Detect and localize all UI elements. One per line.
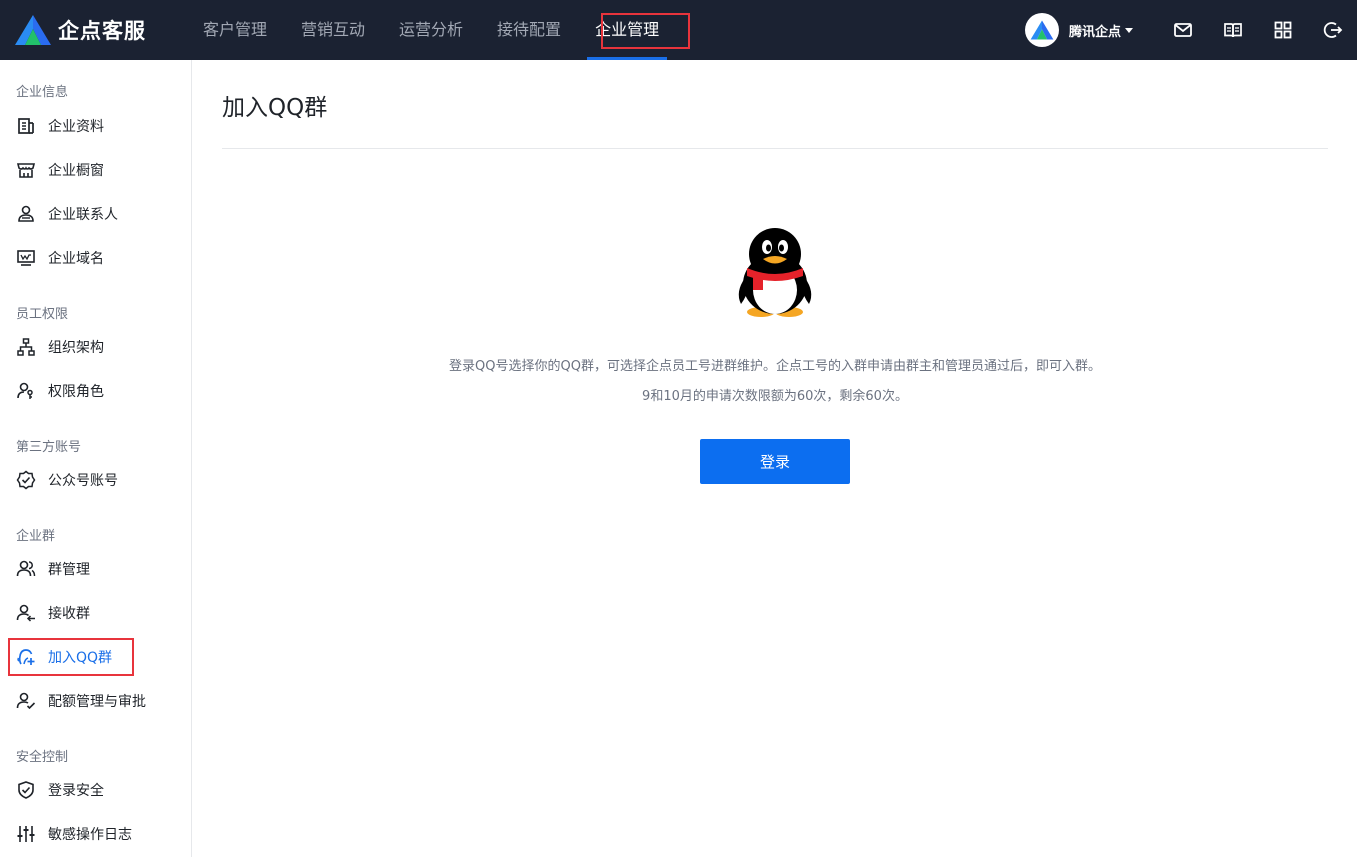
app-logo[interactable]: 企点客服 (14, 14, 146, 46)
sidebar: 企业信息 企业资料 企业橱窗 企业联系人 企业域名 员工权限 (0, 60, 192, 857)
nav-operations-analysis[interactable]: 运营分析 (382, 0, 480, 60)
login-button[interactable]: 登录 (700, 439, 850, 484)
sliders-icon (16, 824, 36, 844)
account-name: 腾讯企点 (1069, 21, 1121, 40)
mail-icon[interactable] (1173, 20, 1193, 40)
title-divider (222, 148, 1328, 149)
book-icon[interactable] (1223, 20, 1243, 40)
sidebar-item-label: 组织架构 (48, 337, 104, 357)
section-title-enterprise-info: 企业信息 (16, 81, 68, 100)
contact-person-icon (16, 204, 36, 224)
sidebar-item-label: 公众号账号 (48, 470, 118, 490)
qidian-logo-icon (14, 14, 52, 46)
storefront-icon (16, 160, 36, 180)
sidebar-item-label: 登录安全 (48, 780, 104, 800)
sidebar-item-quota-approval[interactable]: 配额管理与审批 (0, 681, 191, 721)
sidebar-item-permission-roles[interactable]: 权限角色 (0, 371, 191, 411)
sidebar-item-label: 权限角色 (48, 381, 104, 401)
sidebar-item-label: 配额管理与审批 (48, 691, 146, 711)
org-chart-icon (16, 337, 36, 357)
sidebar-item-label: 企业域名 (48, 248, 104, 268)
group-users-icon (16, 559, 36, 579)
account-logo-icon (1030, 19, 1054, 41)
nav-customer-management[interactable]: 客户管理 (186, 0, 284, 60)
logout-icon[interactable] (1323, 20, 1343, 40)
sidebar-item-label: 接收群 (48, 603, 90, 623)
sidebar-item-org-structure[interactable]: 组织架构 (0, 327, 191, 367)
section-title-staff-permissions: 员工权限 (16, 303, 68, 322)
domain-icon (16, 248, 36, 268)
sidebar-item-label: 企业联系人 (48, 204, 118, 224)
sidebar-item-official-account[interactable]: 公众号账号 (0, 460, 191, 500)
sidebar-item-label: 企业橱窗 (48, 160, 104, 180)
top-bar: 企点客服 客户管理 营销互动 运营分析 接待配置 企业管理 腾讯企点 (0, 0, 1357, 60)
nav-marketing-interaction[interactable]: 营销互动 (284, 0, 382, 60)
app-title: 企点客服 (58, 15, 146, 45)
highlight-box-nav (601, 13, 690, 49)
section-title-enterprise-groups: 企业群 (16, 525, 55, 544)
sidebar-item-enterprise-domain[interactable]: 企业域名 (0, 238, 191, 278)
sidebar-item-label: 企业资料 (48, 116, 104, 136)
qq-penguin-icon (733, 226, 817, 318)
description-line-2: 9和10月的申请次数限额为60次，剩余60次。 (222, 385, 1328, 404)
highlight-box-sidebar (8, 638, 134, 676)
sidebar-item-receive-group[interactable]: 接收群 (0, 593, 191, 633)
sidebar-item-group-management[interactable]: 群管理 (0, 549, 191, 589)
sidebar-item-enterprise-contact[interactable]: 企业联系人 (0, 194, 191, 234)
sidebar-item-enterprise-profile[interactable]: 企业资料 (0, 106, 191, 146)
page-title: 加入QQ群 (222, 88, 327, 122)
sidebar-item-label: 敏感操作日志 (48, 824, 132, 844)
nav-reception-config[interactable]: 接待配置 (480, 0, 578, 60)
section-title-third-party: 第三方账号 (16, 436, 81, 455)
document-icon (16, 116, 36, 136)
approve-user-icon (16, 691, 36, 711)
sidebar-item-enterprise-showcase[interactable]: 企业橱窗 (0, 150, 191, 190)
account-menu[interactable]: 腾讯企点 (1025, 13, 1133, 47)
apps-grid-icon[interactable] (1273, 20, 1293, 40)
receive-group-icon (16, 603, 36, 623)
description-line-1: 登录QQ号选择你的QQ群，可选择企点员工号进群维护。企点工号的入群申请由群主和管… (222, 355, 1328, 374)
sidebar-item-login-security[interactable]: 登录安全 (0, 770, 191, 810)
chevron-down-icon (1125, 28, 1133, 33)
avatar (1025, 13, 1059, 47)
verified-badge-icon (16, 470, 36, 490)
section-title-security-control: 安全控制 (16, 746, 68, 765)
sidebar-item-label: 群管理 (48, 559, 90, 579)
role-key-icon (16, 381, 36, 401)
sidebar-item-sensitive-log[interactable]: 敏感操作日志 (0, 814, 191, 854)
shield-check-icon (16, 780, 36, 800)
